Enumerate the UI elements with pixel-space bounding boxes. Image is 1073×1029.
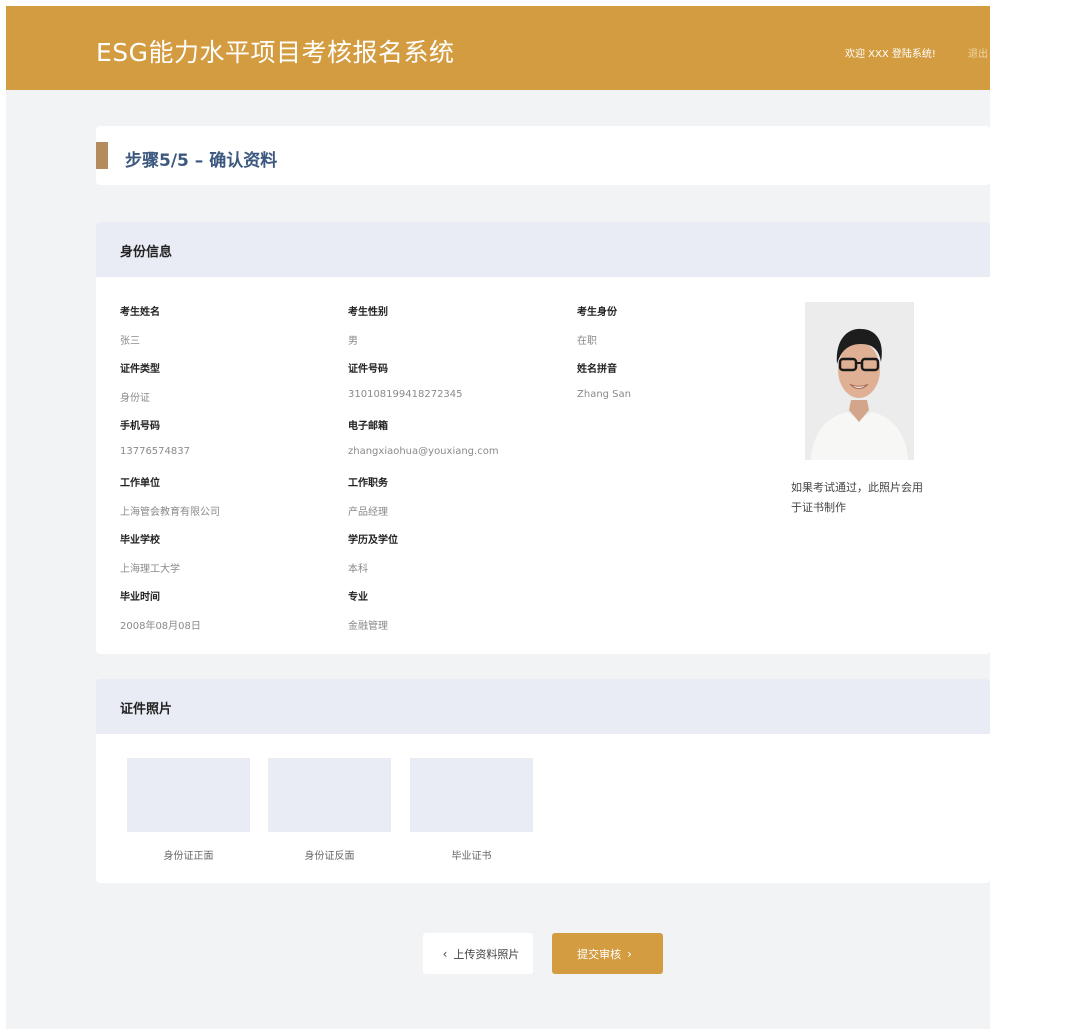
id-back-label: 身份证反面 bbox=[304, 851, 355, 862]
field-degree: 学历及学位 本科 bbox=[348, 531, 398, 575]
field-pinyin: 姓名拼音 Zhang San bbox=[577, 360, 631, 400]
field-value: 本科 bbox=[348, 564, 368, 575]
field-email: 电子邮箱 zhangxiaohua@youxiang.com bbox=[348, 417, 499, 457]
field-label: 证件类型 bbox=[120, 364, 160, 375]
chevron-left-icon: ‹ bbox=[442, 946, 448, 961]
field-major: 专业 金融管理 bbox=[348, 588, 388, 632]
field-value: 在职 bbox=[577, 336, 597, 347]
id-front-label: 身份证正面 bbox=[163, 851, 214, 862]
photo-note: 如果考试通过，此照片会用于证书制作 bbox=[791, 481, 923, 514]
diploma-label: 毕业证书 bbox=[451, 851, 492, 862]
step-title: 步骤5/5 – 确认资料 bbox=[125, 151, 278, 171]
field-label: 证件号码 bbox=[348, 364, 388, 375]
field-id-number: 证件号码 310108199418272345 bbox=[348, 360, 463, 400]
field-label: 考生性别 bbox=[348, 307, 388, 318]
field-value: 13776574837 bbox=[120, 446, 190, 457]
id-front-thumbnail[interactable] bbox=[127, 758, 250, 832]
app-title: ESG能力水平项目考核报名系统 bbox=[96, 38, 455, 67]
step-card: 步骤5/5 – 确认资料 bbox=[96, 126, 990, 185]
field-value: zhangxiaohua@youxiang.com bbox=[348, 446, 499, 457]
field-value: 产品经理 bbox=[348, 507, 388, 518]
identity-card: 身份信息 考生姓名 张三 考生性别 男 考生身份 在职 证件类型 身份证 证件号… bbox=[96, 222, 990, 654]
field-value: 金融管理 bbox=[348, 621, 388, 632]
field-value: 身份证 bbox=[120, 393, 150, 404]
field-gender: 考生性别 男 bbox=[348, 303, 388, 347]
logout-link[interactable]: 退出 bbox=[968, 45, 988, 60]
applicant-photo bbox=[805, 302, 914, 460]
step-accent-bar bbox=[96, 142, 108, 169]
field-value: 310108199418272345 bbox=[348, 389, 463, 400]
field-label: 工作单位 bbox=[120, 478, 160, 489]
chevron-right-icon: › bbox=[627, 946, 632, 961]
field-label: 毕业学校 bbox=[120, 535, 160, 546]
field-label: 考生身份 bbox=[577, 307, 617, 318]
field-value: 男 bbox=[348, 336, 358, 347]
field-label: 学历及学位 bbox=[348, 535, 398, 546]
field-label: 电子邮箱 bbox=[348, 421, 388, 432]
field-value: 张三 bbox=[120, 336, 140, 347]
field-name: 考生姓名 张三 bbox=[120, 303, 160, 347]
field-label: 工作职务 bbox=[348, 478, 388, 489]
top-header: ESG能力水平项目考核报名系统 欢迎 XXX 登陆系统! 退出 bbox=[6, 6, 990, 90]
submit-button[interactable]: 提交审核 › bbox=[552, 933, 663, 974]
field-phone: 手机号码 13776574837 bbox=[120, 417, 190, 457]
field-id-type: 证件类型 身份证 bbox=[120, 360, 160, 404]
field-label: 毕业时间 bbox=[120, 592, 160, 603]
back-button[interactable]: ‹ 上传资料照片 bbox=[423, 933, 533, 974]
identity-section-header: 身份信息 bbox=[96, 222, 990, 277]
submit-button-label: 提交审核 bbox=[577, 947, 622, 961]
field-employer: 工作单位 上海管会教育有限公司 bbox=[120, 474, 220, 518]
certificates-section-header: 证件照片 bbox=[96, 679, 990, 734]
certificates-card: 证件照片 身份证正面 身份证反面 毕业证书 bbox=[96, 679, 990, 883]
portrait-image bbox=[805, 302, 914, 460]
field-label: 考生姓名 bbox=[120, 307, 160, 318]
field-label: 姓名拼音 bbox=[577, 364, 617, 375]
welcome-text: 欢迎 XXX 登陆系统! bbox=[845, 49, 936, 60]
back-button-label: 上传资料照片 bbox=[453, 947, 520, 961]
certificates-section-title: 证件照片 bbox=[120, 702, 173, 717]
field-value: 上海管会教育有限公司 bbox=[120, 507, 220, 518]
diploma-thumbnail[interactable] bbox=[410, 758, 533, 832]
id-back-thumbnail[interactable] bbox=[268, 758, 391, 832]
field-position: 工作职务 产品经理 bbox=[348, 474, 388, 518]
field-school: 毕业学校 上海理工大学 bbox=[120, 531, 180, 575]
field-status: 考生身份 在职 bbox=[577, 303, 617, 347]
field-label: 手机号码 bbox=[120, 421, 160, 432]
identity-section-title: 身份信息 bbox=[120, 245, 173, 260]
field-graduation-date: 毕业时间 2008年08月08日 bbox=[120, 588, 201, 632]
field-value: 2008年08月08日 bbox=[120, 621, 201, 632]
field-value: 上海理工大学 bbox=[120, 564, 180, 575]
field-label: 专业 bbox=[348, 592, 368, 603]
field-value: Zhang San bbox=[577, 389, 631, 400]
